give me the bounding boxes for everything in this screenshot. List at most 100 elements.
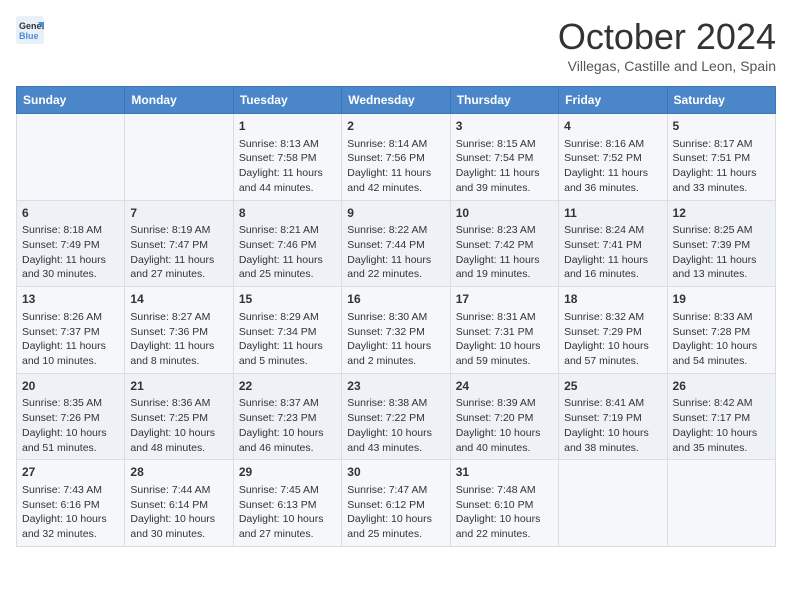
day-content: Sunrise: 7:45 AM Sunset: 6:13 PM Dayligh… xyxy=(239,483,336,542)
calendar-cell: 3 Sunrise: 8:15 AM Sunset: 7:54 PM Daylig… xyxy=(450,114,558,201)
calendar-cell: 1 Sunrise: 8:13 AM Sunset: 7:58 PM Daylig… xyxy=(233,114,341,201)
day-number: 11 xyxy=(564,205,661,222)
day-number: 8 xyxy=(239,205,336,222)
day-content: Sunrise: 8:23 AM Sunset: 7:42 PM Dayligh… xyxy=(456,223,553,282)
day-number: 14 xyxy=(130,291,227,308)
day-content: Sunrise: 8:42 AM Sunset: 7:17 PM Dayligh… xyxy=(673,396,770,455)
calendar-cell: 15Sunrise: 8:29 AM Sunset: 7:34 PM Dayli… xyxy=(233,287,341,374)
calendar-cell xyxy=(125,114,233,201)
day-content: Sunrise: 8:13 AM Sunset: 7:58 PM Dayligh… xyxy=(239,137,336,196)
day-content: Sunrise: 8:41 AM Sunset: 7:19 PM Dayligh… xyxy=(564,396,661,455)
calendar-cell xyxy=(17,114,125,201)
calendar-cell: 20Sunrise: 8:35 AM Sunset: 7:26 PM Dayli… xyxy=(17,373,125,460)
calendar-cell: 31Sunrise: 7:48 AM Sunset: 6:10 PM Dayli… xyxy=(450,460,558,547)
day-number: 16 xyxy=(347,291,444,308)
day-content: Sunrise: 7:44 AM Sunset: 6:14 PM Dayligh… xyxy=(130,483,227,542)
day-number: 23 xyxy=(347,378,444,395)
day-content: Sunrise: 8:36 AM Sunset: 7:25 PM Dayligh… xyxy=(130,396,227,455)
day-number: 24 xyxy=(456,378,553,395)
day-content: Sunrise: 8:15 AM Sunset: 7:54 PM Dayligh… xyxy=(456,137,553,196)
day-content: Sunrise: 8:19 AM Sunset: 7:47 PM Dayligh… xyxy=(130,223,227,282)
month-title: October 2024 xyxy=(558,16,776,58)
logo: General Blue xyxy=(16,16,44,44)
weekday-header-friday: Friday xyxy=(559,87,667,114)
weekday-header-saturday: Saturday xyxy=(667,87,775,114)
day-number: 4 xyxy=(564,118,661,135)
calendar-cell: 7Sunrise: 8:19 AM Sunset: 7:47 PM Daylig… xyxy=(125,200,233,287)
day-content: Sunrise: 8:24 AM Sunset: 7:41 PM Dayligh… xyxy=(564,223,661,282)
day-number: 30 xyxy=(347,464,444,481)
page-header: General Blue October 2024 Villegas, Cast… xyxy=(16,16,776,74)
day-number: 6 xyxy=(22,205,119,222)
day-content: Sunrise: 7:43 AM Sunset: 6:16 PM Dayligh… xyxy=(22,483,119,542)
calendar-cell: 21Sunrise: 8:36 AM Sunset: 7:25 PM Dayli… xyxy=(125,373,233,460)
day-content: Sunrise: 8:26 AM Sunset: 7:37 PM Dayligh… xyxy=(22,310,119,369)
week-row-5: 27 Sunrise: 7:43 AM Sunset: 6:16 PM Dayli… xyxy=(17,460,776,547)
day-number: 18 xyxy=(564,291,661,308)
day-content: Sunrise: 7:47 AM Sunset: 6:12 PM Dayligh… xyxy=(347,483,444,542)
day-number: 17 xyxy=(456,291,553,308)
week-row-2: 6Sunrise: 8:18 AM Sunset: 7:49 PM Daylig… xyxy=(17,200,776,287)
week-row-1: 1 Sunrise: 8:13 AM Sunset: 7:58 PM Daylig… xyxy=(17,114,776,201)
location-subtitle: Villegas, Castille and Leon, Spain xyxy=(558,58,776,74)
day-number: 9 xyxy=(347,205,444,222)
day-content: Sunrise: 8:14 AM Sunset: 7:56 PM Dayligh… xyxy=(347,137,444,196)
day-content: Sunrise: 8:25 AM Sunset: 7:39 PM Dayligh… xyxy=(673,223,770,282)
weekday-header-sunday: Sunday xyxy=(17,87,125,114)
day-number: 27 xyxy=(22,464,119,481)
title-block: October 2024 Villegas, Castille and Leon… xyxy=(558,16,776,74)
day-number: 7 xyxy=(130,205,227,222)
day-content: Sunrise: 8:27 AM Sunset: 7:36 PM Dayligh… xyxy=(130,310,227,369)
week-row-4: 20Sunrise: 8:35 AM Sunset: 7:26 PM Dayli… xyxy=(17,373,776,460)
weekday-header-row: SundayMondayTuesdayWednesdayThursdayFrid… xyxy=(17,87,776,114)
day-content: Sunrise: 8:21 AM Sunset: 7:46 PM Dayligh… xyxy=(239,223,336,282)
day-number: 15 xyxy=(239,291,336,308)
svg-text:Blue: Blue xyxy=(19,31,39,41)
day-content: Sunrise: 8:18 AM Sunset: 7:49 PM Dayligh… xyxy=(22,223,119,282)
day-content: Sunrise: 8:33 AM Sunset: 7:28 PM Dayligh… xyxy=(673,310,770,369)
day-number: 1 xyxy=(239,118,336,135)
calendar-cell: 26Sunrise: 8:42 AM Sunset: 7:17 PM Dayli… xyxy=(667,373,775,460)
logo-icon: General Blue xyxy=(16,16,44,44)
day-number: 13 xyxy=(22,291,119,308)
calendar-cell: 25Sunrise: 8:41 AM Sunset: 7:19 PM Dayli… xyxy=(559,373,667,460)
day-content: Sunrise: 8:39 AM Sunset: 7:20 PM Dayligh… xyxy=(456,396,553,455)
day-content: Sunrise: 8:32 AM Sunset: 7:29 PM Dayligh… xyxy=(564,310,661,369)
calendar-cell xyxy=(667,460,775,547)
day-content: Sunrise: 8:30 AM Sunset: 7:32 PM Dayligh… xyxy=(347,310,444,369)
day-number: 20 xyxy=(22,378,119,395)
day-content: Sunrise: 8:16 AM Sunset: 7:52 PM Dayligh… xyxy=(564,137,661,196)
day-number: 26 xyxy=(673,378,770,395)
calendar-cell: 9Sunrise: 8:22 AM Sunset: 7:44 PM Daylig… xyxy=(342,200,450,287)
calendar-cell xyxy=(559,460,667,547)
day-number: 3 xyxy=(456,118,553,135)
calendar-cell: 13 Sunrise: 8:26 AM Sunset: 7:37 PM Dayli… xyxy=(17,287,125,374)
day-content: Sunrise: 7:48 AM Sunset: 6:10 PM Dayligh… xyxy=(456,483,553,542)
day-number: 29 xyxy=(239,464,336,481)
calendar-cell: 18 Sunrise: 8:32 AM Sunset: 7:29 PM Dayli… xyxy=(559,287,667,374)
calendar-cell: 14 Sunrise: 8:27 AM Sunset: 7:36 PM Dayli… xyxy=(125,287,233,374)
calendar-cell: 8Sunrise: 8:21 AM Sunset: 7:46 PM Daylig… xyxy=(233,200,341,287)
calendar-cell: 4 Sunrise: 8:16 AM Sunset: 7:52 PM Daylig… xyxy=(559,114,667,201)
week-row-3: 13 Sunrise: 8:26 AM Sunset: 7:37 PM Dayli… xyxy=(17,287,776,374)
day-number: 10 xyxy=(456,205,553,222)
day-number: 19 xyxy=(673,291,770,308)
weekday-header-thursday: Thursday xyxy=(450,87,558,114)
day-number: 2 xyxy=(347,118,444,135)
calendar-cell: 24Sunrise: 8:39 AM Sunset: 7:20 PM Dayli… xyxy=(450,373,558,460)
calendar-cell: 10Sunrise: 8:23 AM Sunset: 7:42 PM Dayli… xyxy=(450,200,558,287)
calendar-cell: 30 Sunrise: 7:47 AM Sunset: 6:12 PM Dayli… xyxy=(342,460,450,547)
calendar-cell: 29 Sunrise: 7:45 AM Sunset: 6:13 PM Dayli… xyxy=(233,460,341,547)
calendar-cell: 17 Sunrise: 8:31 AM Sunset: 7:31 PM Dayli… xyxy=(450,287,558,374)
day-content: Sunrise: 8:22 AM Sunset: 7:44 PM Dayligh… xyxy=(347,223,444,282)
calendar-cell: 27 Sunrise: 7:43 AM Sunset: 6:16 PM Dayli… xyxy=(17,460,125,547)
day-number: 22 xyxy=(239,378,336,395)
calendar-cell: 16 Sunrise: 8:30 AM Sunset: 7:32 PM Dayli… xyxy=(342,287,450,374)
day-number: 25 xyxy=(564,378,661,395)
calendar-cell: 23Sunrise: 8:38 AM Sunset: 7:22 PM Dayli… xyxy=(342,373,450,460)
day-content: Sunrise: 8:37 AM Sunset: 7:23 PM Dayligh… xyxy=(239,396,336,455)
calendar-cell: 6Sunrise: 8:18 AM Sunset: 7:49 PM Daylig… xyxy=(17,200,125,287)
day-content: Sunrise: 8:31 AM Sunset: 7:31 PM Dayligh… xyxy=(456,310,553,369)
day-number: 12 xyxy=(673,205,770,222)
calendar-cell: 11Sunrise: 8:24 AM Sunset: 7:41 PM Dayli… xyxy=(559,200,667,287)
